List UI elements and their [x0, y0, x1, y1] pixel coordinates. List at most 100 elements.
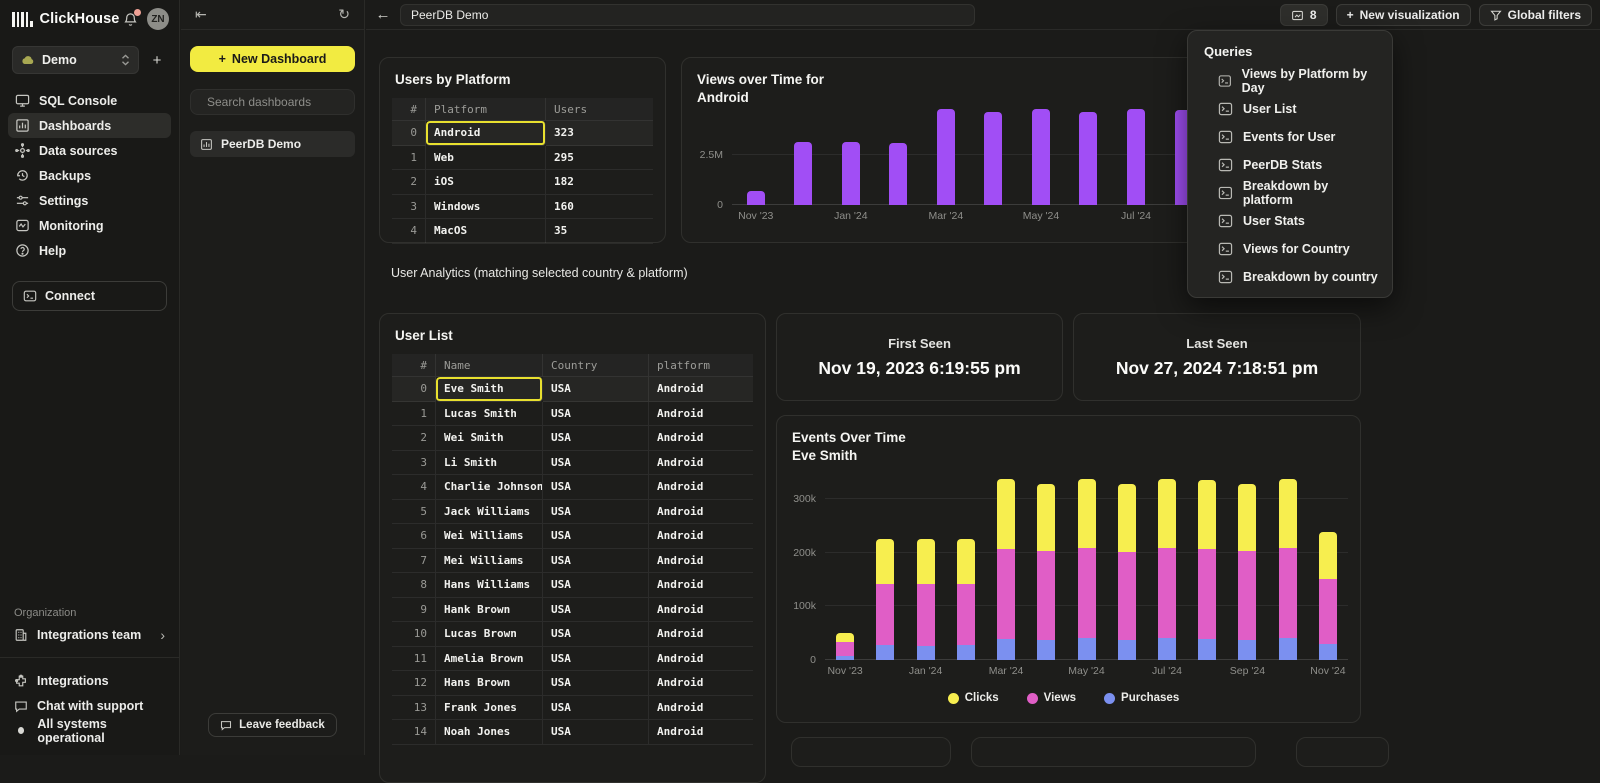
table-cell[interactable]: Wei Williams — [436, 524, 543, 549]
bar-segment-purchases[interactable] — [997, 639, 1015, 660]
bar-segment-views[interactable] — [1238, 551, 1256, 640]
bar-segment-clicks[interactable] — [957, 539, 975, 585]
sidebar-item-integrations[interactable]: Integrations — [0, 668, 179, 693]
bar[interactable] — [1032, 109, 1050, 205]
table-cell[interactable]: Android — [649, 451, 753, 476]
dashboard-list-item[interactable]: PeerDB Demo — [190, 131, 355, 157]
table-cell[interactable]: Android — [649, 524, 753, 549]
refresh-icon[interactable]: ↻ — [338, 6, 350, 23]
global-filters-button[interactable]: Global filters — [1479, 4, 1592, 26]
table-cell[interactable]: 0 — [392, 121, 426, 146]
bar-segment-purchases[interactable] — [1037, 640, 1055, 660]
table-cell[interactable]: USA — [543, 549, 649, 574]
bar-segment-views[interactable] — [876, 584, 894, 645]
bar-segment-clicks[interactable] — [1037, 484, 1055, 551]
table-cell[interactable]: Android — [649, 647, 753, 672]
query-menu-item[interactable]: Breakdown by country — [1188, 263, 1392, 291]
table-cell[interactable]: Windows — [426, 195, 546, 220]
table-cell[interactable]: 12 — [392, 671, 436, 696]
bar-segment-clicks[interactable] — [1238, 484, 1256, 551]
bar-segment-views[interactable] — [957, 584, 975, 645]
table-cell[interactable]: Android — [649, 696, 753, 721]
search-input[interactable] — [207, 95, 362, 109]
bar-segment-clicks[interactable] — [1118, 484, 1136, 551]
table-cell[interactable]: 13 — [392, 696, 436, 721]
table-cell[interactable]: USA — [543, 524, 649, 549]
dashboard-title-input[interactable] — [400, 4, 975, 26]
table-cell[interactable]: iOS — [426, 170, 546, 195]
table-cell[interactable]: USA — [543, 475, 649, 500]
table-cell[interactable]: MacOS — [426, 219, 546, 244]
table-cell[interactable]: Li Smith — [436, 451, 543, 476]
legend-item-purchases[interactable]: Purchases — [1104, 692, 1179, 704]
table-cell[interactable]: USA — [543, 500, 649, 525]
table-cell[interactable]: 14 — [392, 720, 436, 745]
table-cell[interactable]: 4 — [392, 475, 436, 500]
table-cell[interactable]: Android — [649, 720, 753, 745]
bar-segment-views[interactable] — [1037, 551, 1055, 640]
table-cell[interactable]: 2 — [392, 426, 436, 451]
bar-segment-clicks[interactable] — [1198, 480, 1216, 549]
bar-segment-purchases[interactable] — [1319, 644, 1337, 660]
bar[interactable] — [889, 143, 907, 205]
bar-segment-purchases[interactable] — [1118, 640, 1136, 660]
table-cell[interactable]: Web — [426, 146, 546, 171]
table-cell[interactable]: 9 — [392, 598, 436, 623]
table-cell[interactable]: 11 — [392, 647, 436, 672]
table-cell[interactable]: Lucas Brown — [436, 622, 543, 647]
legend-item-views[interactable]: Views — [1027, 692, 1076, 704]
table-cell[interactable]: Android — [649, 377, 753, 402]
table-cell[interactable]: Lucas Smith — [436, 402, 543, 427]
table-cell[interactable]: 3 — [392, 451, 436, 476]
sidebar-item-help[interactable]: Help — [8, 238, 171, 263]
bar-segment-purchases[interactable] — [917, 646, 935, 661]
bar-segment-clicks[interactable] — [997, 479, 1015, 549]
table-cell[interactable]: Hank Brown — [436, 598, 543, 623]
bar-segment-clicks[interactable] — [1158, 479, 1176, 548]
table-cell[interactable]: 35 — [546, 219, 653, 244]
table-cell[interactable]: USA — [543, 573, 649, 598]
table-cell[interactable]: USA — [543, 622, 649, 647]
table-cell[interactable]: Eve Smith — [436, 377, 543, 402]
bar-segment-clicks[interactable] — [917, 539, 935, 585]
bar-segment-views[interactable] — [836, 642, 854, 655]
table-cell[interactable]: Hans Brown — [436, 671, 543, 696]
organization-team-selector[interactable]: Integrations team › — [0, 627, 179, 657]
table-cell[interactable]: Android — [649, 500, 753, 525]
table-cell[interactable]: 10 — [392, 622, 436, 647]
bar-segment-views[interactable] — [1198, 549, 1216, 639]
sidebar-item-backups[interactable]: Backups — [8, 163, 171, 188]
table-cell[interactable]: 1 — [392, 402, 436, 427]
table-cell[interactable]: Noah Jones — [436, 720, 543, 745]
table-cell[interactable]: Frank Jones — [436, 696, 543, 721]
collapse-panel-icon[interactable]: ⇤ — [195, 6, 207, 23]
table-cell[interactable]: Android — [649, 671, 753, 696]
table-cell[interactable]: USA — [543, 720, 649, 745]
table-cell[interactable]: USA — [543, 402, 649, 427]
table-cell[interactable]: USA — [543, 598, 649, 623]
bar[interactable] — [794, 142, 812, 205]
table-cell[interactable]: Android — [649, 475, 753, 500]
table-cell[interactable]: 1 — [392, 146, 426, 171]
query-menu-item[interactable]: Views by Platform by Day — [1188, 67, 1392, 95]
bar-segment-views[interactable] — [1158, 548, 1176, 638]
table-cell[interactable]: USA — [543, 671, 649, 696]
bar-segment-views[interactable] — [1078, 548, 1096, 638]
bar-segment-views[interactable] — [1118, 552, 1136, 640]
bar-segment-clicks[interactable] — [876, 539, 894, 585]
bar-segment-purchases[interactable] — [1279, 638, 1297, 660]
sidebar-item-dashboards[interactable]: Dashboards — [8, 113, 171, 138]
query-menu-item[interactable]: User List — [1188, 95, 1392, 123]
sidebar-item-data-sources[interactable]: Data sources — [8, 138, 171, 163]
table-cell[interactable]: Android — [649, 598, 753, 623]
table-cell[interactable]: Charlie Johnson — [436, 475, 543, 500]
bar[interactable] — [842, 142, 860, 205]
table-cell[interactable]: Amelia Brown — [436, 647, 543, 672]
bar-segment-clicks[interactable] — [1078, 479, 1096, 548]
table-cell[interactable]: 4 — [392, 219, 426, 244]
bar-segment-clicks[interactable] — [1279, 479, 1297, 548]
sidebar-item-settings[interactable]: Settings — [8, 188, 171, 213]
table-cell[interactable]: 3 — [392, 195, 426, 220]
query-menu-item[interactable]: Views for Country — [1188, 235, 1392, 263]
table-cell[interactable]: Android — [649, 573, 753, 598]
